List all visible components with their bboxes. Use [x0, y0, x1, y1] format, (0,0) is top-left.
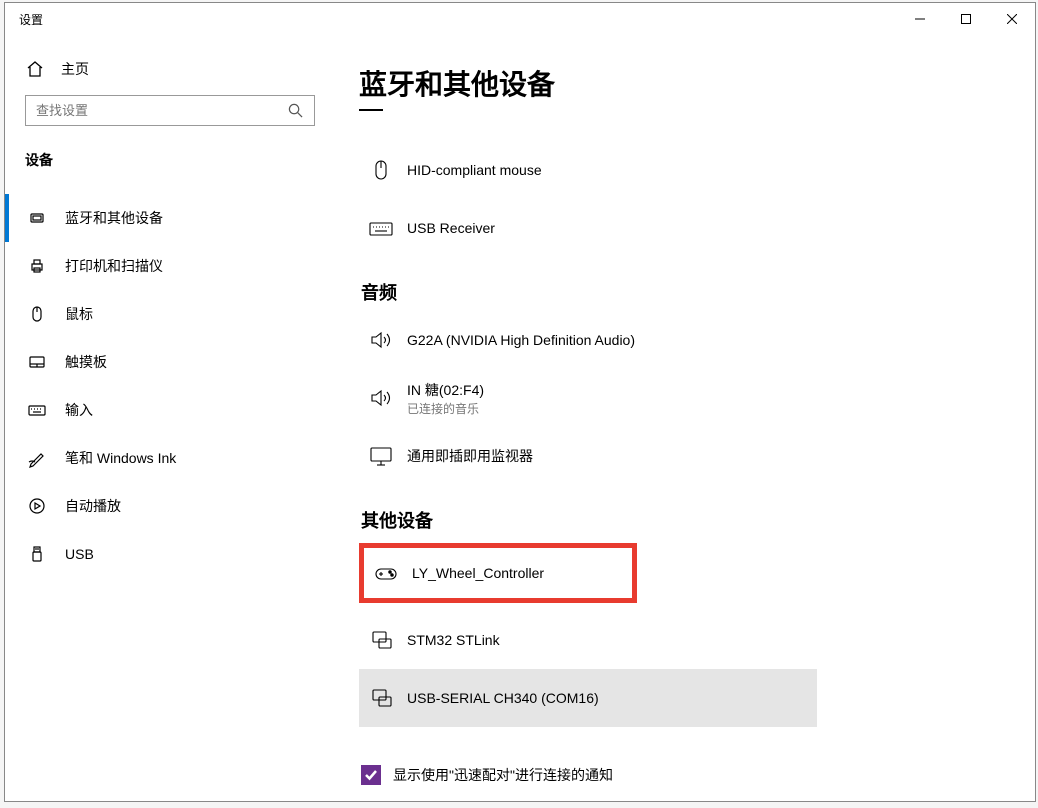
- sidebar-item-autoplay[interactable]: 自动播放: [5, 482, 335, 530]
- bluetooth-icon: [27, 208, 47, 228]
- device-item-wheel-controller[interactable]: LY_Wheel_Controller: [364, 548, 632, 598]
- keyboard-icon: [367, 214, 395, 242]
- autoplay-icon: [27, 496, 47, 516]
- home-link[interactable]: 主页: [5, 53, 335, 95]
- settings-window: 设置 主页: [4, 2, 1036, 802]
- device-subtitle: 已连接的音乐: [407, 400, 484, 417]
- home-label: 主页: [61, 59, 89, 79]
- sidebar-item-label: 鼠标: [65, 304, 93, 324]
- search-wrap: [5, 95, 335, 144]
- body: 主页 设备 蓝牙和其他设备: [5, 35, 1035, 801]
- device-item-in-sugar[interactable]: IN 糖(02:F4) 已连接的音乐: [359, 369, 1011, 427]
- gamepad-icon: [372, 559, 400, 587]
- device-item-usb-receiver[interactable]: USB Receiver: [359, 199, 1011, 257]
- window-controls: [897, 3, 1035, 35]
- device-text: G22A (NVIDIA High Definition Audio): [407, 332, 635, 348]
- input-device-list: HID-compliant mouse USB Receiver: [359, 141, 1011, 257]
- usb-icon: [27, 544, 47, 564]
- page-title: 蓝牙和其他设备: [359, 63, 1011, 103]
- search-input[interactable]: [25, 95, 315, 126]
- other-section-title: 其他设备: [361, 507, 1011, 533]
- device-row: USB-SERIAL CH340 (COM16): [359, 669, 817, 727]
- device-item-g22a[interactable]: G22A (NVIDIA High Definition Audio): [359, 311, 1011, 369]
- sidebar-item-label: USB: [65, 546, 94, 562]
- minimize-icon: [915, 14, 925, 24]
- device-text: USB-SERIAL CH340 (COM16): [407, 690, 599, 706]
- device-name: HID-compliant mouse: [407, 162, 542, 178]
- highlight-annotation: LY_Wheel_Controller: [359, 543, 637, 603]
- device-name: USB-SERIAL CH340 (COM16): [407, 690, 599, 706]
- sidebar: 主页 设备 蓝牙和其他设备: [5, 35, 335, 801]
- device-text: IN 糖(02:F4) 已连接的音乐: [407, 380, 484, 417]
- mouse-icon: [27, 304, 47, 324]
- mouse-icon: [367, 156, 395, 184]
- audio-section-title: 音频: [361, 279, 1011, 305]
- sidebar-item-label: 笔和 Windows Ink: [65, 448, 176, 468]
- device-text: STM32 STLink: [407, 632, 500, 648]
- minimize-button[interactable]: [897, 3, 943, 35]
- checkbox-checked-icon: [361, 765, 381, 785]
- maximize-button[interactable]: [943, 3, 989, 35]
- sidebar-item-typing[interactable]: 输入: [5, 386, 335, 434]
- sidebar-item-label: 蓝牙和其他设备: [65, 208, 163, 228]
- other-device-list: LY_Wheel_Controller STM32 STLink: [359, 539, 1011, 727]
- device-text: HID-compliant mouse: [407, 162, 542, 178]
- device-item-mouse[interactable]: HID-compliant mouse: [359, 141, 1011, 199]
- monitor-icon: [367, 442, 395, 470]
- checkbox-label: 显示使用"迅速配对"进行连接的通知: [393, 765, 613, 785]
- sidebar-item-label: 触摸板: [65, 352, 107, 372]
- printer-icon: [27, 256, 47, 276]
- audio-device-list: G22A (NVIDIA High Definition Audio) IN 糖…: [359, 311, 1011, 485]
- device-name: LY_Wheel_Controller: [412, 565, 544, 581]
- keyboard-icon: [27, 400, 47, 420]
- sidebar-item-printers[interactable]: 打印机和扫描仪: [5, 242, 335, 290]
- sidebar-item-mouse[interactable]: 鼠标: [5, 290, 335, 338]
- home-icon: [25, 59, 45, 79]
- device-name: USB Receiver: [407, 220, 495, 236]
- main-content: 蓝牙和其他设备 HID-compliant mouse: [335, 35, 1035, 801]
- sidebar-item-pen[interactable]: 笔和 Windows Ink: [5, 434, 335, 482]
- sidebar-item-bluetooth[interactable]: 蓝牙和其他设备: [5, 194, 335, 242]
- device-name: IN 糖(02:F4): [407, 380, 484, 400]
- device-name: G22A (NVIDIA High Definition Audio): [407, 332, 635, 348]
- device-name: STM32 STLink: [407, 632, 500, 648]
- pen-icon: [27, 448, 47, 468]
- device-item-usb-serial[interactable]: USB-SERIAL CH340 (COM16): [359, 669, 817, 727]
- device-icon: [367, 626, 395, 654]
- device-text: 通用即插即用监视器: [407, 446, 533, 466]
- sidebar-item-label: 自动播放: [65, 496, 121, 516]
- sidebar-item-label: 打印机和扫描仪: [65, 256, 163, 276]
- title-underline: [359, 109, 383, 111]
- touchpad-icon: [27, 352, 47, 372]
- speaker-icon: [367, 326, 395, 354]
- window-title: 设置: [5, 11, 43, 28]
- sidebar-item-label: 输入: [65, 400, 93, 420]
- device-text: USB Receiver: [407, 220, 495, 236]
- sidebar-item-touchpad[interactable]: 触摸板: [5, 338, 335, 386]
- device-text: LY_Wheel_Controller: [412, 565, 544, 581]
- close-button[interactable]: [989, 3, 1035, 35]
- section-title: 设备: [5, 144, 335, 194]
- maximize-icon: [961, 14, 971, 24]
- speaker-icon: [367, 384, 395, 412]
- device-item-monitor[interactable]: 通用即插即用监视器: [359, 427, 1011, 485]
- device-icon: [367, 684, 395, 712]
- device-name: 通用即插即用监视器: [407, 446, 533, 466]
- sidebar-item-usb[interactable]: USB: [5, 530, 335, 578]
- close-icon: [1007, 14, 1017, 24]
- nav: 蓝牙和其他设备 打印机和扫描仪 鼠标: [5, 194, 335, 578]
- quick-pair-checkbox-row[interactable]: 显示使用"迅速配对"进行连接的通知: [359, 765, 1011, 785]
- search-icon: [288, 103, 303, 121]
- titlebar: 设置: [5, 3, 1035, 35]
- device-item-stlink[interactable]: STM32 STLink: [359, 611, 1011, 669]
